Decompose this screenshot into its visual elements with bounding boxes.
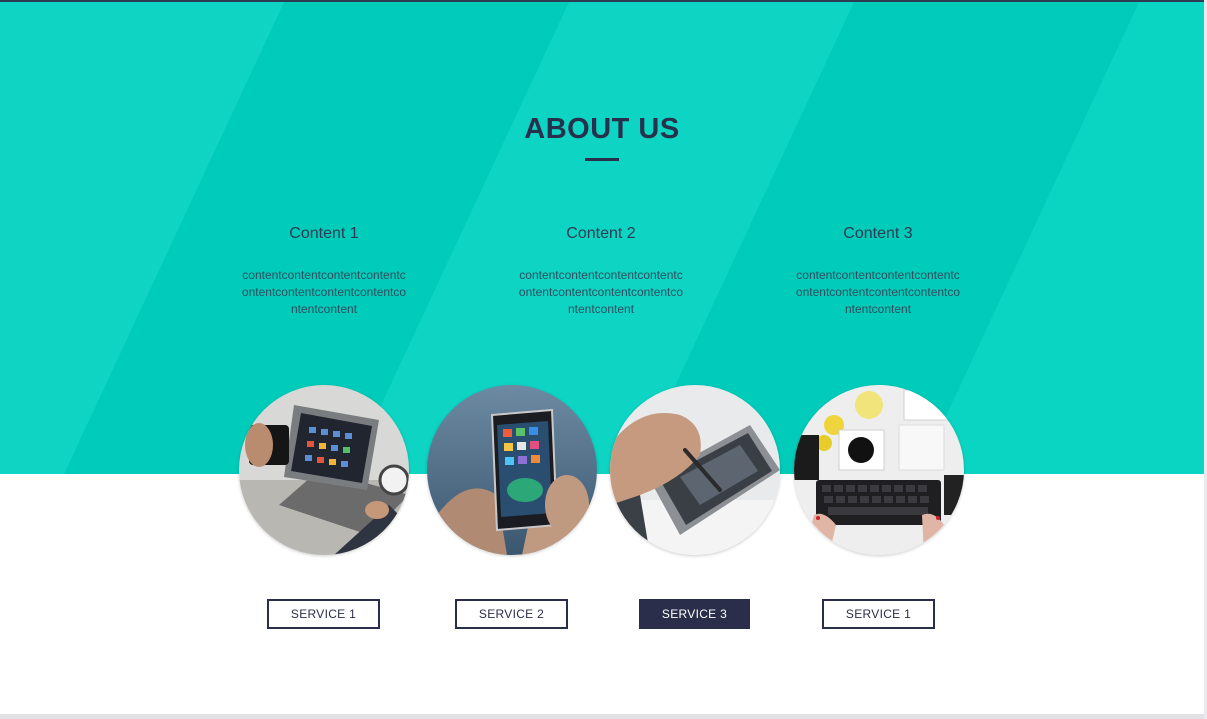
title-underline	[585, 158, 619, 161]
top-border	[0, 0, 1204, 2]
tablet-photo-icon	[239, 385, 409, 555]
content-heading: Content 3	[843, 225, 913, 242]
content-text: contentcontentcontentcontentcontentconte…	[518, 268, 684, 316]
keyboard-desk-photo-icon	[794, 385, 964, 555]
content-column-3: Content 3 contentcontentcontentcontentco…	[788, 223, 968, 318]
stylus-tablet-photo-icon	[610, 385, 780, 555]
content-heading: Content 2	[566, 225, 636, 242]
service-2-button[interactable]: SERVICE 2	[455, 599, 568, 629]
smartphone-photo-icon	[427, 385, 597, 555]
service-1-button[interactable]: SERVICE 1	[267, 599, 380, 629]
service-3-button[interactable]: SERVICE 3	[639, 599, 750, 629]
content-text: contentcontentcontentcontentcontentconte…	[795, 268, 961, 316]
page-title: ABOUT US	[524, 113, 680, 145]
content-column-1: Content 1 contentcontentcontentcontentco…	[234, 223, 414, 318]
service-4-button[interactable]: SERVICE 1	[822, 599, 935, 629]
content-column-2: Content 2 contentcontentcontentcontentco…	[511, 223, 691, 318]
bottom-edge	[0, 714, 1204, 719]
content-text: contentcontentcontentcontentcontentconte…	[241, 268, 407, 316]
content-heading: Content 1	[289, 225, 359, 242]
